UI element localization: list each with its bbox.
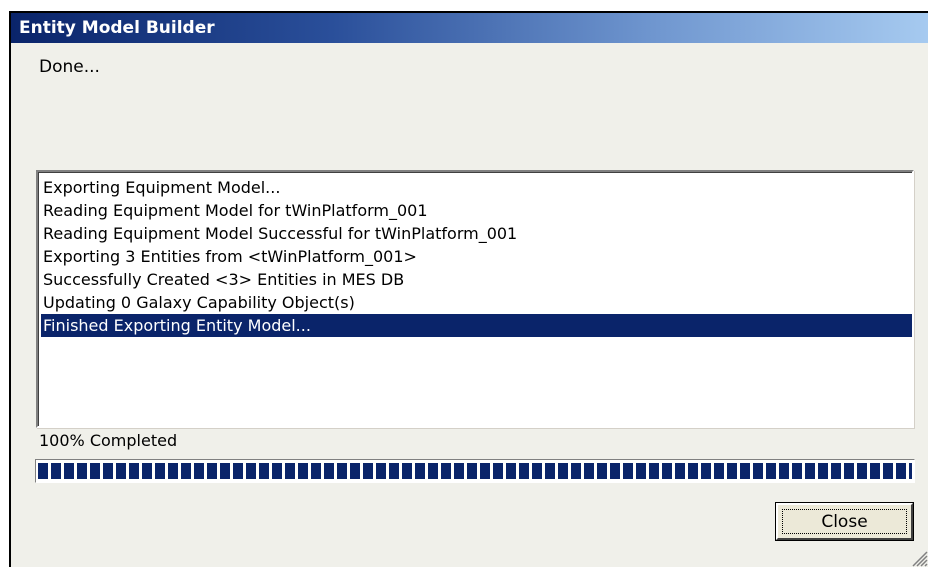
log-list[interactable]: Exporting Equipment Model... Reading Equ… — [36, 170, 914, 428]
log-item[interactable]: Exporting 3 Entities from <tWinPlatform_… — [41, 245, 912, 268]
dialog-window: Entity Model Builder Done... Exporting E… — [9, 11, 928, 567]
window-title: Entity Model Builder — [19, 18, 215, 38]
log-item-selected[interactable]: Finished Exporting Entity Model... — [41, 314, 912, 337]
status-text: Done... — [39, 57, 100, 77]
progress-fill — [38, 463, 912, 479]
resize-grip-icon[interactable] — [908, 547, 928, 567]
log-item[interactable]: Reading Equipment Model Successful for t… — [41, 222, 912, 245]
log-item[interactable]: Updating 0 Galaxy Capability Object(s) — [41, 291, 912, 314]
progress-bar — [35, 459, 915, 483]
log-item[interactable]: Reading Equipment Model for tWinPlatform… — [41, 199, 912, 222]
progress-label: 100% Completed — [39, 431, 178, 450]
log-item[interactable]: Exporting Equipment Model... — [41, 176, 912, 199]
log-item[interactable]: Successfully Created <3> Entities in MES… — [41, 268, 912, 291]
title-bar[interactable]: Entity Model Builder — [11, 13, 928, 43]
focus-ring — [782, 509, 907, 534]
close-button[interactable]: Close — [776, 503, 913, 540]
